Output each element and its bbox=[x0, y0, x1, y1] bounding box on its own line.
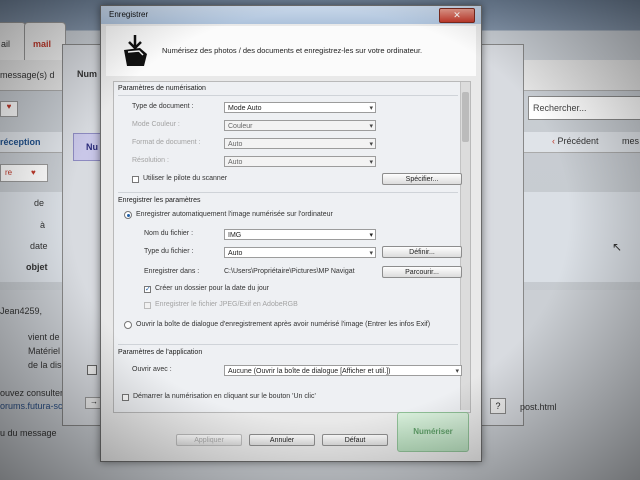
auto-save-label: Enregistrer automatiquement l'image numé… bbox=[136, 211, 333, 218]
dialog-title: Enregistrer bbox=[109, 10, 149, 19]
divider bbox=[118, 344, 458, 345]
chevron-down-icon: ▾ bbox=[369, 159, 373, 166]
file-type-select[interactable]: Auto ▾ bbox=[224, 247, 376, 258]
greeting-text: Jean4259, bbox=[0, 306, 43, 316]
scan-button[interactable]: Numériser bbox=[397, 412, 469, 452]
previous-label: Précédent bbox=[557, 136, 599, 146]
adobe-rgb-label: Enregistrer le fichier JPEG/Exif en Adob… bbox=[155, 301, 298, 308]
divider bbox=[118, 95, 458, 96]
field-de: de bbox=[34, 198, 45, 208]
body-line: u du message bbox=[0, 428, 57, 438]
field-date: date bbox=[30, 241, 48, 251]
settings-panel: Paramètres de numérisation Type de docum… bbox=[113, 81, 471, 413]
dialog-titlebar[interactable]: Enregistrer ✕ bbox=[101, 6, 481, 24]
help-label: ? bbox=[495, 401, 501, 411]
app-settings-heading: Paramètres de l'application bbox=[118, 349, 203, 356]
heart-icon[interactable]: ♥ bbox=[0, 101, 18, 117]
close-icon: ✕ bbox=[453, 10, 461, 20]
save-dialog: Enregistrer ✕ Numérisez des photos / des… bbox=[100, 5, 482, 462]
heart-icon: ♥ bbox=[31, 168, 36, 177]
scrollbar-thumb[interactable] bbox=[462, 92, 469, 142]
divider bbox=[118, 192, 458, 193]
search-placeholder: Rechercher... bbox=[533, 103, 587, 113]
background-num-box-label: Nu bbox=[86, 142, 98, 152]
date-folder-label: Créer un dossier pour la date du jour bbox=[155, 285, 270, 292]
use-driver-checkbox[interactable] bbox=[132, 176, 139, 183]
help-button[interactable]: ? bbox=[490, 398, 506, 414]
file-name-label: Nom du fichier : bbox=[144, 230, 194, 237]
one-click-label: Démarrer la numérisation en cliquant sur… bbox=[133, 393, 316, 400]
chevron-down-icon: ▾ bbox=[455, 368, 459, 375]
background-reception[interactable]: réception bbox=[0, 137, 41, 147]
save-settings-heading: Enregistrer les paramètres bbox=[118, 197, 201, 204]
file-type-label: Type du fichier : bbox=[144, 248, 194, 255]
background-tab-label: ail bbox=[1, 39, 11, 49]
cursor-icon: ↖ bbox=[612, 240, 623, 254]
file-name-input[interactable]: IMG ▾ bbox=[224, 229, 376, 240]
resolution-label: Résolution : bbox=[132, 157, 169, 164]
define-button[interactable]: Définir... bbox=[382, 246, 462, 258]
previous-link[interactable]: ‹ Précédent bbox=[552, 136, 599, 146]
color-mode-value: Couleur bbox=[228, 123, 253, 130]
background-tab[interactable]: ail bbox=[0, 22, 26, 61]
specify-button[interactable]: Spécifier... bbox=[382, 173, 462, 185]
chevron-down-icon: ▾ bbox=[369, 105, 373, 112]
scan-settings-heading: Paramètres de numérisation bbox=[118, 85, 206, 92]
file-type-value: Auto bbox=[228, 250, 243, 257]
auto-save-radio[interactable] bbox=[124, 211, 132, 219]
close-button[interactable]: ✕ bbox=[439, 8, 475, 23]
save-in-label: Enregistrer dans : bbox=[144, 268, 200, 275]
open-with-value: Aucune (Ouvrir la boîte de dialogue [Aff… bbox=[228, 368, 391, 375]
date-folder-checkbox[interactable]: ✓ bbox=[144, 286, 151, 293]
scan-document-icon bbox=[124, 35, 147, 66]
one-click-checkbox[interactable] bbox=[122, 394, 129, 401]
use-driver-label: Utiliser le pilote du scanner bbox=[143, 175, 228, 182]
background-mail-tab-label: mail bbox=[33, 39, 52, 49]
field-objet: objet bbox=[26, 262, 48, 272]
chevron-down-icon: ▾ bbox=[369, 232, 373, 239]
open-with-select[interactable]: Aucune (Ouvrir la boîte de dialogue [Aff… bbox=[224, 365, 462, 376]
adobe-rgb-checkbox[interactable] bbox=[144, 302, 151, 309]
body-line: ouvez consulter bbox=[0, 388, 64, 398]
background-link[interactable]: post.html bbox=[520, 402, 557, 412]
file-name-value: IMG bbox=[228, 232, 242, 239]
background-message-count: message(s) d bbox=[0, 70, 55, 80]
next-link[interactable]: mes bbox=[622, 136, 639, 146]
header-description: Numérisez des photos / des documents et … bbox=[162, 46, 423, 55]
doc-type-label: Type de document : bbox=[132, 103, 194, 110]
open-with-label: Ouvrir avec : bbox=[132, 366, 172, 373]
background-checkbox[interactable] bbox=[87, 365, 97, 375]
resolution-value: Auto bbox=[228, 159, 243, 166]
apply-button[interactable]: Appliquer bbox=[176, 434, 242, 446]
open-dialog-radio[interactable] bbox=[124, 321, 132, 329]
chevron-down-icon: ▾ bbox=[369, 141, 373, 148]
chevron-down-icon: ▾ bbox=[369, 123, 373, 130]
doc-format-value: Auto bbox=[228, 141, 243, 148]
browse-button[interactable]: Parcourir... bbox=[382, 266, 462, 278]
dialog-header: Numérisez des photos / des documents et … bbox=[106, 26, 476, 76]
default-button[interactable]: Défaut bbox=[322, 434, 388, 446]
field-a: à bbox=[40, 220, 46, 230]
doc-format-select[interactable]: Auto ▾ bbox=[224, 138, 376, 149]
resolution-select[interactable]: Auto ▾ bbox=[224, 156, 376, 167]
color-mode-label: Mode Couleur : bbox=[132, 121, 180, 128]
arrow-right-icon: → bbox=[90, 397, 98, 406]
doc-type-select[interactable]: Mode Auto ▾ bbox=[224, 102, 376, 113]
background-mail-tab[interactable]: mail bbox=[24, 22, 66, 61]
chevron-down-icon: ▾ bbox=[369, 250, 373, 257]
search-input[interactable]: Rechercher... bbox=[528, 96, 640, 120]
body-link[interactable]: orums.futura-sci bbox=[0, 401, 65, 411]
doc-format-label: Format de document : bbox=[132, 139, 201, 146]
color-mode-select[interactable]: Couleur ▾ bbox=[224, 120, 376, 131]
doc-type-value: Mode Auto bbox=[228, 105, 262, 112]
background-reply-button[interactable]: re ♥ bbox=[0, 164, 48, 182]
save-in-path: C:\Users\Propriétaire\Pictures\MP Naviga… bbox=[224, 268, 355, 275]
open-dialog-label: Ouvrir la boîte de dialogue d'enregistre… bbox=[136, 321, 431, 328]
background-num-header: Num bbox=[77, 69, 97, 79]
cancel-button[interactable]: Annuler bbox=[249, 434, 315, 446]
